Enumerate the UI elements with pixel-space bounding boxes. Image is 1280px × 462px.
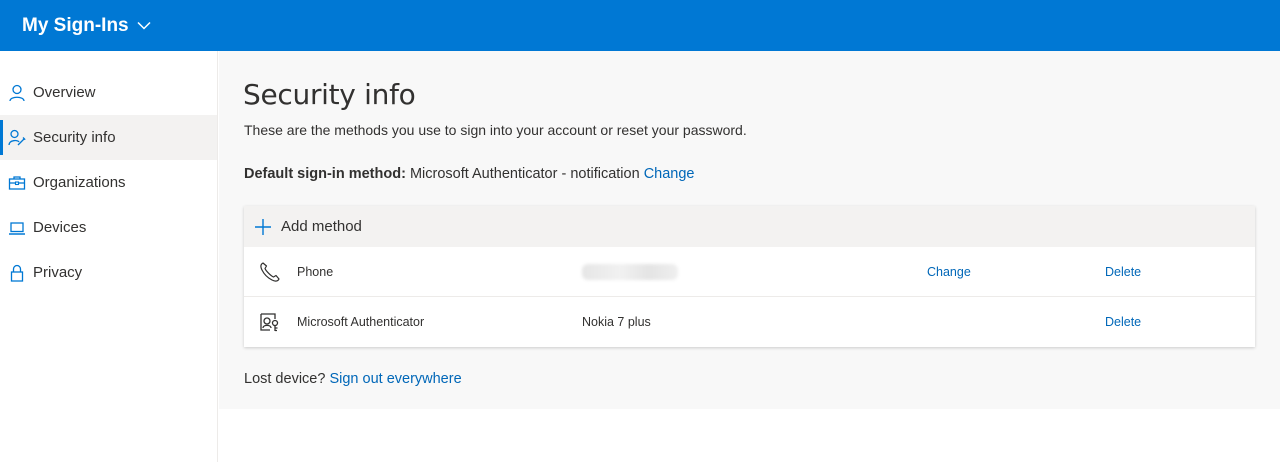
plus-icon xyxy=(254,218,272,236)
person-icon xyxy=(8,84,26,102)
sidebar: Overview Security info Organizations Dev… xyxy=(0,51,218,462)
add-method-button[interactable]: Add method xyxy=(244,206,1255,247)
methods-card: Add method Phone Change Delete Microsoft… xyxy=(244,206,1255,347)
lost-device-text: Lost device? xyxy=(244,371,326,387)
default-sign-in-method: Default sign-in method: Microsoft Authen… xyxy=(244,166,694,182)
chevron-down-icon xyxy=(137,21,151,30)
main-content: Security info These are the methods you … xyxy=(219,51,1280,409)
laptop-icon xyxy=(8,219,26,237)
sidebar-item-label: Security info xyxy=(33,129,116,146)
page-title: Security info xyxy=(243,78,416,111)
sidebar-item-label: Organizations xyxy=(33,174,126,191)
sidebar-item-label: Overview xyxy=(33,84,96,101)
sidebar-item-security-info[interactable]: Security info xyxy=(0,115,217,160)
lock-icon xyxy=(8,264,26,282)
app-title: My Sign-Ins xyxy=(22,14,129,36)
method-name: Phone xyxy=(297,264,334,279)
authenticator-icon xyxy=(258,310,282,334)
delete-authenticator-link[interactable]: Delete xyxy=(1105,315,1141,329)
sidebar-item-label: Devices xyxy=(33,219,87,236)
sidebar-item-organizations[interactable]: Organizations xyxy=(0,160,217,205)
add-method-label: Add method xyxy=(281,218,362,235)
top-bar: My Sign-Ins xyxy=(0,0,1280,51)
change-default-method-link[interactable]: Change xyxy=(644,166,695,182)
delete-phone-link[interactable]: Delete xyxy=(1105,265,1141,279)
page-description: These are the methods you use to sign in… xyxy=(244,122,747,138)
lost-device-line: Lost device? Sign out everywhere xyxy=(244,371,462,387)
method-detail-redacted xyxy=(582,263,678,280)
method-row-phone: Phone Change Delete xyxy=(244,247,1255,297)
sign-out-everywhere-link[interactable]: Sign out everywhere xyxy=(329,371,461,387)
security-info-icon xyxy=(8,129,26,147)
phone-icon xyxy=(258,260,282,284)
method-detail: Nokia 7 plus xyxy=(582,315,651,329)
sidebar-item-privacy[interactable]: Privacy xyxy=(0,250,217,295)
sidebar-item-devices[interactable]: Devices xyxy=(0,205,217,250)
app-switcher[interactable]: My Sign-Ins xyxy=(22,15,151,37)
method-row-authenticator: Microsoft Authenticator Nokia 7 plus Del… xyxy=(244,297,1255,347)
sidebar-item-overview[interactable]: Overview xyxy=(0,70,217,115)
default-method-label: Default sign-in method: xyxy=(244,166,406,182)
change-phone-link[interactable]: Change xyxy=(927,265,971,279)
default-method-value: Microsoft Authenticator - notification xyxy=(409,166,640,182)
sidebar-item-label: Privacy xyxy=(33,264,83,281)
briefcase-icon xyxy=(8,174,26,192)
method-name: Microsoft Authenticator xyxy=(297,315,425,329)
